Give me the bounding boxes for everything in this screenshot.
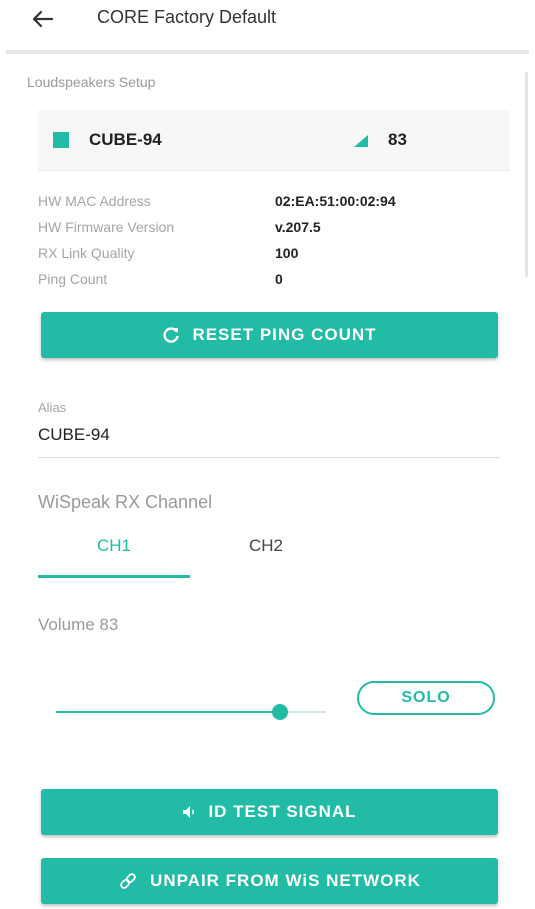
refresh-icon	[162, 326, 180, 344]
info-row-firmware: HW Firmware Version v.207.5	[38, 219, 498, 241]
device-divider	[38, 170, 510, 171]
info-row-mac: HW MAC Address 02:EA:51:00:02:94	[38, 193, 498, 215]
signal-strength-icon	[354, 134, 368, 152]
info-value: 02:EA:51:00:02:94	[275, 193, 396, 209]
channel-label: WiSpeak RX Channel	[38, 492, 213, 512]
tab-ch2[interactable]: CH2	[190, 536, 342, 566]
id-test-signal-button[interactable]: ID TEST SIGNAL	[41, 789, 498, 835]
app-bar: CORE Factory Default	[0, 0, 535, 50]
section-title: Loudspeakers Setup	[27, 74, 156, 90]
solo-button[interactable]: SOLO	[357, 681, 495, 715]
button-label: ID TEST SIGNAL	[208, 802, 357, 821]
alias-underline	[38, 457, 500, 458]
volume-slider[interactable]	[56, 700, 326, 724]
volume-label: Volume 83	[38, 615, 119, 634]
info-label: HW MAC Address	[38, 193, 151, 209]
info-label: RX Link Quality	[38, 245, 135, 261]
page-title: CORE Factory Default	[97, 7, 277, 27]
app-bar-divider	[6, 50, 529, 54]
button-label: UNPAIR FROM WiS NETWORK	[150, 871, 421, 890]
info-value: v.207.5	[275, 219, 321, 235]
slider-thumb[interactable]	[272, 704, 289, 720]
info-label: HW Firmware Version	[38, 219, 175, 235]
link-icon	[118, 871, 138, 891]
tab-indicator	[38, 575, 190, 578]
back-arrow-icon[interactable]	[28, 6, 58, 32]
reset-ping-count-button[interactable]: RESET PING COUNT	[41, 312, 498, 358]
tab-ch1[interactable]: CH1	[38, 536, 190, 566]
scrollbar[interactable]	[525, 72, 528, 277]
device-color-swatch	[53, 132, 69, 148]
device-name: CUBE-94	[89, 130, 162, 149]
info-label: Ping Count	[38, 271, 108, 287]
slider-track-filled	[56, 711, 281, 713]
info-value: 100	[275, 245, 299, 261]
info-row-ping-count: Ping Count 0	[38, 271, 498, 293]
signal-value: 83	[388, 130, 407, 149]
speaker-icon	[182, 805, 196, 819]
info-value: 0	[275, 271, 283, 287]
unpair-button[interactable]: UNPAIR FROM WiS NETWORK	[41, 858, 498, 904]
alias-input[interactable]: CUBE-94	[38, 425, 110, 445]
info-row-link-quality: RX Link Quality 100	[38, 245, 498, 267]
button-label: RESET PING COUNT	[192, 325, 377, 344]
alias-label: Alias	[38, 400, 67, 415]
